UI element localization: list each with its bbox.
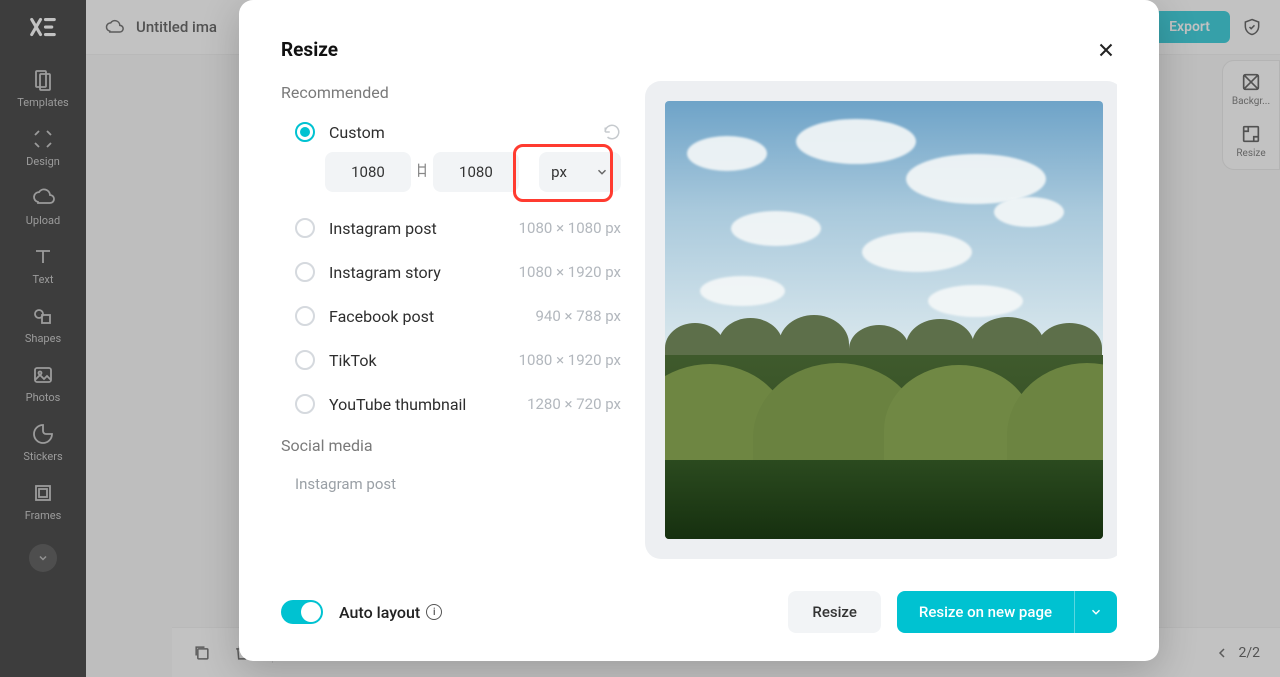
- dimension-inputs: px: [281, 152, 621, 192]
- resize-new-page-group: Resize on new page: [897, 591, 1117, 633]
- resize-new-page-caret[interactable]: [1074, 591, 1117, 633]
- section-recommended: Recommended: [281, 83, 621, 102]
- unit-value: px: [551, 163, 567, 181]
- option-custom[interactable]: Custom: [281, 116, 621, 152]
- social-item[interactable]: Instagram post: [281, 469, 621, 493]
- resize-modal: Resize Recommended Custom px: [239, 0, 1159, 661]
- preview-box: [645, 81, 1117, 559]
- preset-label: Facebook post: [329, 307, 521, 326]
- preset-dim: 940 × 788 px: [535, 307, 621, 325]
- resize-button[interactable]: Resize: [788, 591, 880, 633]
- radio[interactable]: [295, 350, 315, 370]
- info-icon[interactable]: i: [426, 604, 442, 620]
- close-button[interactable]: [1095, 39, 1117, 61]
- preset-dim: 1080 × 1080 px: [519, 219, 621, 237]
- preview-column: [645, 81, 1117, 569]
- radio[interactable]: [295, 306, 315, 326]
- preset-tiktok[interactable]: TikTok 1080 × 1920 px: [281, 338, 621, 382]
- unit-select[interactable]: px: [539, 152, 621, 192]
- preset-instagram-post[interactable]: Instagram post 1080 × 1080 px: [281, 206, 621, 250]
- preview-image: [665, 101, 1103, 539]
- radio[interactable]: [295, 394, 315, 414]
- preset-dim: 1080 × 1920 px: [519, 351, 621, 369]
- modal-body: Recommended Custom px: [281, 81, 1117, 569]
- section-social: Social media: [281, 436, 621, 455]
- modal-title: Resize: [281, 38, 338, 61]
- lock-aspect-icon[interactable]: [417, 162, 427, 182]
- radio-custom[interactable]: [295, 122, 315, 142]
- resize-new-page-button[interactable]: Resize on new page: [897, 591, 1074, 633]
- reset-icon[interactable]: [603, 123, 621, 141]
- chevron-down-icon: [595, 165, 609, 179]
- radio[interactable]: [295, 218, 315, 238]
- preset-label: Instagram post: [329, 219, 505, 238]
- modal-header: Resize: [281, 38, 1117, 61]
- radio[interactable]: [295, 262, 315, 282]
- preset-dim: 1280 × 720 px: [527, 395, 621, 413]
- preset-label: TikTok: [329, 351, 505, 370]
- custom-label: Custom: [329, 123, 385, 142]
- auto-layout-toggle[interactable]: [281, 600, 323, 624]
- auto-layout-label: Auto layout i: [339, 603, 442, 622]
- height-input[interactable]: [433, 152, 519, 192]
- preset-dim: 1080 × 1920 px: [519, 263, 621, 281]
- preset-instagram-story[interactable]: Instagram story 1080 × 1920 px: [281, 250, 621, 294]
- options-column: Recommended Custom px: [281, 81, 621, 569]
- preset-facebook-post[interactable]: Facebook post 940 × 788 px: [281, 294, 621, 338]
- preset-label: Instagram story: [329, 263, 505, 282]
- width-input[interactable]: [325, 152, 411, 192]
- preset-label: YouTube thumbnail: [329, 395, 513, 414]
- modal-footer: Auto layout i Resize Resize on new page: [281, 569, 1117, 633]
- preset-youtube-thumbnail[interactable]: YouTube thumbnail 1280 × 720 px: [281, 382, 621, 426]
